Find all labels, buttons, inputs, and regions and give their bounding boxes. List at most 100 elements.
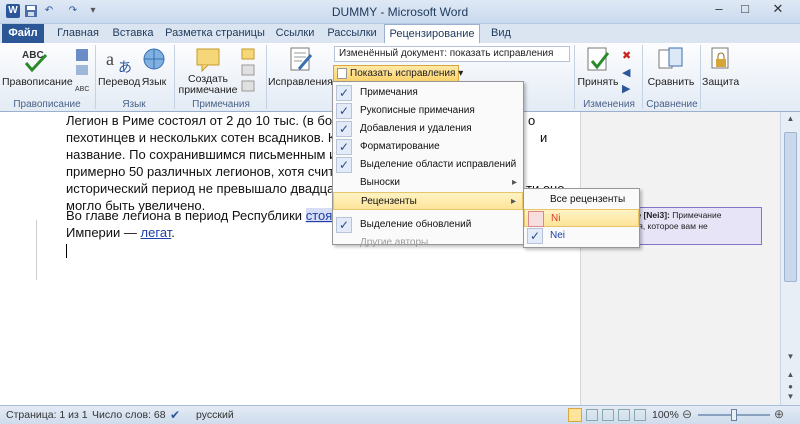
show-markup-menu: ✓ Примечания ✓ Рукописные примечания ✓ Добавл…	[332, 81, 524, 248]
checkbox-checked-icon: ✓	[336, 157, 352, 173]
group-label-compare: Сравнение	[646, 99, 698, 110]
show-markup-button[interactable]: Показать исправления ▾	[333, 65, 463, 82]
tab-references[interactable]: Ссылки	[272, 24, 318, 43]
web-layout-icon[interactable]	[602, 409, 614, 421]
scroll-thumb[interactable]	[784, 132, 797, 282]
accept-button[interactable]: Принять	[576, 45, 620, 88]
tab-view[interactable]: Вид	[484, 24, 518, 43]
track-changes-label: Исправления	[268, 76, 333, 88]
language-button[interactable]: Язык	[140, 45, 168, 88]
spelling-button[interactable]: ABC Правописание	[2, 45, 73, 88]
doc-line-5: исторический период не превышало двадца	[66, 181, 335, 196]
markup-menu-item[interactable]: ✓ Примечания	[333, 84, 523, 102]
new-comment-icon	[196, 48, 220, 73]
group-label-spelling: Правописание	[13, 99, 81, 110]
reviewer-menu-item[interactable]: Все рецензенты	[524, 191, 639, 209]
doc-tracked-link[interactable]: легат	[141, 225, 172, 240]
next-page-icon[interactable]: ▼	[783, 392, 798, 404]
minimize-button[interactable]: –	[706, 0, 732, 20]
protect-button[interactable]: Защита	[702, 45, 740, 88]
checkbox-empty-icon	[337, 194, 353, 210]
tab-insert[interactable]: Вставка	[108, 24, 158, 43]
maximize-button[interactable]: □	[732, 0, 758, 20]
markup-menu-item-label: Рукописные примечания	[360, 105, 475, 116]
checkbox-empty-icon	[336, 175, 352, 191]
checkbox-empty-icon	[528, 211, 544, 227]
full-screen-icon[interactable]	[586, 409, 598, 421]
draft-icon[interactable]	[634, 409, 646, 421]
new-comment-button[interactable]: Создать примечание	[176, 45, 240, 96]
accept-icon	[587, 47, 610, 71]
markup-menu-item-label: Добавления и удаления	[360, 123, 472, 134]
markup-menu-item[interactable]: ✓ Форматирование	[333, 138, 523, 156]
prev-page-icon[interactable]: ▲	[783, 370, 798, 382]
reviewer-menu-item[interactable]: ✓ Nei	[524, 227, 639, 245]
group-separator	[700, 45, 701, 109]
display-for-review-dropdown[interactable]: Изменённый документ: показать исправлени…	[334, 46, 570, 62]
markup-menu-item[interactable]: ✓ Добавления и удаления	[333, 120, 523, 138]
markup-menu-item-label: Форматирование	[360, 141, 440, 152]
track-changes-icon	[290, 47, 313, 71]
translate-button[interactable]: aあ Перевод	[98, 45, 140, 88]
browse-object-icon[interactable]: ●	[783, 382, 798, 392]
scroll-down-icon[interactable]: ▼	[783, 352, 798, 366]
svg-text:あ: あ	[118, 59, 132, 75]
markup-menu-item[interactable]: ✓ Выделение обновлений	[333, 216, 523, 234]
tab-review[interactable]: Рецензирование	[384, 24, 480, 43]
close-button[interactable]: ✕	[758, 0, 798, 20]
svg-text:a: a	[106, 49, 114, 69]
protect-lock-icon	[711, 47, 729, 69]
save-icon[interactable]	[24, 4, 38, 18]
word-app-icon[interactable]: W	[6, 4, 20, 18]
page-count[interactable]: Страница: 1 из 1	[6, 409, 88, 421]
spelling-small-icons[interactable]: ABC	[74, 47, 90, 95]
markup-menu-item[interactable]: ✓ Выделение области исправлений	[333, 156, 523, 174]
reviewers-submenu: Все рецензенты Ni ✓ Nei	[523, 188, 640, 248]
tab-page-layout[interactable]: Разметка страницы	[162, 24, 268, 43]
group-separator	[642, 45, 643, 109]
checkbox-checked-icon: ✓	[336, 85, 352, 101]
doc-line-2: пехотинцев и нескольких сотен всадников.…	[66, 130, 336, 145]
tab-mailings[interactable]: Рассылки	[324, 24, 380, 43]
zoom-slider[interactable]	[698, 409, 770, 421]
language-status[interactable]: русский	[196, 409, 234, 421]
accept-label: Принять	[577, 76, 619, 88]
doc-fragment-1: о	[528, 113, 536, 128]
zoom-out-icon[interactable]: ⊖	[682, 407, 692, 421]
markup-menu-item[interactable]: Рецензенты ▸	[333, 192, 523, 210]
zoom-level[interactable]: 100%	[652, 409, 679, 421]
checkbox-checked-icon: ✓	[336, 121, 352, 137]
protect-label: Защита	[702, 76, 740, 88]
markup-menu-item[interactable]: Выноски ▸	[333, 174, 523, 192]
print-layout-icon[interactable]	[568, 408, 582, 422]
redo-icon[interactable]: ↷	[66, 4, 80, 18]
doc-line-1: Легион в Риме состоял от 2 до 10 тыс. (в…	[66, 113, 340, 128]
vertical-scrollbar[interactable]: ▲ ▼ ▲ ● ▼	[780, 112, 800, 405]
zoom-slider-thumb[interactable]	[731, 409, 737, 421]
markup-menu-item-label: Выделение области исправлений	[360, 159, 517, 170]
compare-label: Сравнить	[647, 76, 695, 88]
doc-tracked-insertion[interactable]: стоя	[305, 208, 333, 223]
reviewer-menu-item[interactable]: Ni	[524, 209, 639, 227]
track-changes-button[interactable]: Исправления	[268, 45, 333, 88]
compare-button[interactable]: Сравнить	[644, 45, 698, 88]
comment-nav-icons[interactable]	[240, 47, 262, 97]
markup-menu-item[interactable]: ✓ Рукописные примечания	[333, 102, 523, 120]
svg-text:▶: ▶	[622, 83, 631, 95]
customize-qat-icon[interactable]: ▾	[86, 4, 100, 18]
tab-home[interactable]: Главная	[52, 24, 104, 43]
proofing-icon[interactable]: ✔	[170, 408, 180, 422]
zoom-in-icon[interactable]: ⊕	[774, 407, 784, 421]
tab-file[interactable]: Файл	[2, 24, 44, 43]
markup-menu-item-label: Выделение обновлений	[360, 219, 472, 230]
scroll-up-icon[interactable]: ▲	[783, 114, 798, 128]
checkbox-checked-icon: ✓	[527, 228, 543, 244]
word-count[interactable]: Число слов: 68	[92, 409, 166, 421]
doc-line-3: название. По сохранившимся письменным и	[66, 147, 337, 162]
checkbox-empty-icon	[336, 235, 352, 251]
markup-menu-item-label: Примечания	[360, 87, 418, 98]
checkbox-checked-icon: ✓	[336, 139, 352, 155]
reject-nav-icons[interactable]: ✖ ◀ ▶	[620, 47, 636, 97]
undo-icon[interactable]: ↶	[42, 4, 56, 18]
outline-icon[interactable]	[618, 409, 630, 421]
